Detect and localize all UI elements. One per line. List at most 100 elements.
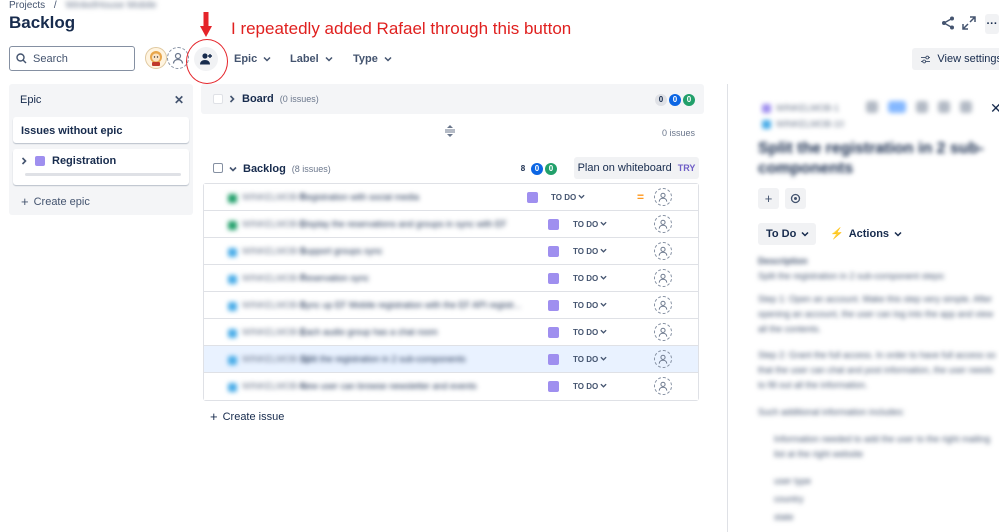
issue-summary[interactable]: Display the reservations and groups in s… — [300, 219, 507, 229]
add-button[interactable]: + — [758, 188, 779, 209]
todo-count-badge: 8 — [520, 164, 526, 173]
search-input[interactable]: Search — [9, 46, 135, 71]
epic-item-registration[interactable]: Registration — [13, 149, 189, 185]
issue-status-dropdown[interactable]: TO DO — [573, 328, 608, 337]
plus-icon: + — [210, 409, 218, 424]
create-epic-button[interactable]: + Create epic — [21, 194, 90, 209]
backlog-header[interactable]: Backlog (8 issues) — [229, 163, 331, 175]
issue-summary[interactable]: Sync up EF Mobile registration with the … — [300, 300, 521, 310]
issue-status-dropdown[interactable]: TO DO — [573, 247, 608, 256]
issue-epic-swatch — [548, 300, 559, 311]
close-detail-button[interactable]: ✕ — [990, 100, 999, 117]
board-header[interactable]: Board (0 issues) — [229, 93, 319, 105]
priority-medium-icon: = — [637, 190, 645, 204]
issue-status-dropdown[interactable]: TO DO — [573, 355, 608, 364]
issue-row[interactable]: WINKELMOB-9 Support groups sync TO DO — [204, 238, 698, 265]
like-icon[interactable] — [916, 101, 928, 113]
issue-key[interactable]: WINKELMOB-9 — [242, 246, 305, 256]
assignee-avatar[interactable] — [654, 323, 672, 341]
issue-key[interactable]: WINKELMOB-7 — [242, 273, 305, 283]
chevron-down-icon — [600, 329, 608, 334]
type-filter[interactable]: Type — [353, 53, 392, 65]
issue-row[interactable]: WINKELMOB-8 Sync up EF Mobile registratio… — [204, 292, 698, 319]
assignee-avatar[interactable] — [654, 377, 672, 395]
issue-summary[interactable]: Split the registration in 2 sub-componen… — [300, 354, 466, 364]
more-actions-button[interactable]: ··· — [985, 14, 999, 34]
assignee-avatar[interactable] — [654, 296, 672, 314]
detail-parent-key[interactable]: WINKELMOB-1 — [776, 103, 839, 113]
issue-row[interactable]: WINKELMOB-5 Registration with social medi… — [204, 184, 698, 211]
plan-on-whiteboard-button[interactable]: Plan on whiteboard TRY — [574, 157, 699, 179]
user-icon — [658, 327, 668, 337]
chevron-down-icon — [801, 231, 809, 237]
issue-status-dropdown[interactable]: TO DO — [551, 193, 586, 202]
issue-row[interactable]: WINKELMOB-7 Reservation sync TO DO — [204, 265, 698, 292]
actions-dropdown[interactable]: ⚡ Actions — [830, 227, 902, 240]
label-filter[interactable]: Label — [290, 53, 333, 65]
issue-key[interactable]: WINKELMOB-8 — [242, 300, 305, 310]
issue-row[interactable]: WINKELMOB-3 Each audio group has a chat r… — [204, 319, 698, 346]
chevron-down-icon — [325, 56, 333, 62]
fullscreen-icon[interactable] — [962, 16, 976, 30]
issue-type-icon — [228, 275, 237, 284]
description-list-item: user type — [774, 476, 812, 486]
issue-key[interactable]: WINKELMOB-5 — [242, 192, 305, 202]
epic-progress-bar — [25, 173, 181, 176]
status-label: To Do — [766, 228, 797, 240]
plus-icon: + — [764, 191, 773, 206]
apps-button[interactable] — [785, 188, 806, 209]
close-epic-panel-button[interactable]: ✕ — [174, 93, 184, 107]
create-issue-button[interactable]: + Create issue — [210, 409, 284, 424]
breadcrumb-projects-link[interactable]: Projects — [9, 0, 45, 11]
chevron-right-icon[interactable] — [21, 157, 28, 165]
assignee-avatar[interactable] — [654, 242, 672, 260]
epic-color-swatch — [35, 156, 45, 166]
detail-issue-title[interactable]: Split the registration in 2 sub-componen… — [758, 139, 998, 179]
issue-status-dropdown[interactable]: TO DO — [573, 220, 608, 229]
panel-splitter[interactable] — [727, 84, 728, 532]
view-settings-button[interactable]: View settings — [912, 48, 999, 70]
issue-status-dropdown[interactable]: TO DO — [573, 274, 608, 283]
view-settings-label: View settings — [937, 53, 999, 65]
in-progress-count-badge: 0 — [669, 94, 681, 106]
breadcrumb: Projects / WinkelHouse Mobile — [9, 0, 157, 11]
share-icon[interactable] — [941, 16, 955, 30]
issue-status-dropdown[interactable]: TO DO — [573, 382, 608, 391]
issue-row[interactable]: WINKELMOB-10 Split the registration in 2 … — [204, 346, 698, 373]
issue-summary[interactable]: Support groups sync — [300, 246, 383, 256]
breadcrumb-separator: / — [53, 0, 57, 11]
issue-row[interactable]: WINKELMOB-4 New user can browse newslette… — [204, 373, 698, 400]
issue-summary[interactable]: Each audio group has a chat room — [300, 327, 438, 337]
chevron-down-icon — [578, 194, 586, 199]
issue-status-label: TO DO — [573, 355, 599, 364]
chevron-down-icon — [600, 275, 608, 280]
issue-key[interactable]: WINKELMOB-6 — [242, 219, 305, 229]
board-issue-count: (0 issues) — [279, 94, 319, 104]
issue-key[interactable]: WINKELMOB-3 — [242, 327, 305, 337]
issue-summary[interactable]: New user can browse newsletter and event… — [300, 381, 477, 391]
chevron-down-icon — [600, 356, 608, 361]
watch-icon[interactable] — [888, 101, 906, 113]
backlog-select-checkbox[interactable] — [213, 163, 223, 173]
assignee-avatar[interactable] — [654, 269, 672, 287]
issues-without-epic-item[interactable]: Issues without epic — [13, 117, 189, 143]
chevron-down-icon — [600, 221, 608, 226]
issue-summary[interactable]: Reservation sync — [300, 273, 369, 283]
lock-icon[interactable] — [866, 101, 878, 113]
assignee-avatar[interactable] — [654, 188, 672, 206]
status-dropdown[interactable]: To Do — [758, 223, 816, 245]
resize-handle[interactable] — [444, 125, 456, 140]
assignee-avatar[interactable] — [654, 350, 672, 368]
issue-key[interactable]: WINKELMOB-4 — [242, 381, 305, 391]
issue-summary[interactable]: Registration with social media — [300, 192, 419, 202]
issue-status-dropdown[interactable]: TO DO — [573, 301, 608, 310]
epic-filter[interactable]: Epic — [234, 53, 271, 65]
breadcrumb-project-link[interactable]: WinkelHouse Mobile — [65, 0, 156, 11]
issue-row[interactable]: WINKELMOB-6 Display the reservations and … — [204, 211, 698, 238]
more-icon[interactable] — [960, 101, 972, 113]
share-icon[interactable] — [938, 101, 950, 113]
assignee-avatar[interactable] — [654, 215, 672, 233]
board-select-checkbox[interactable] — [213, 94, 223, 104]
detail-issue-key[interactable]: WINKELMOB-10 — [776, 119, 844, 129]
avatar-team-member[interactable] — [145, 47, 167, 69]
